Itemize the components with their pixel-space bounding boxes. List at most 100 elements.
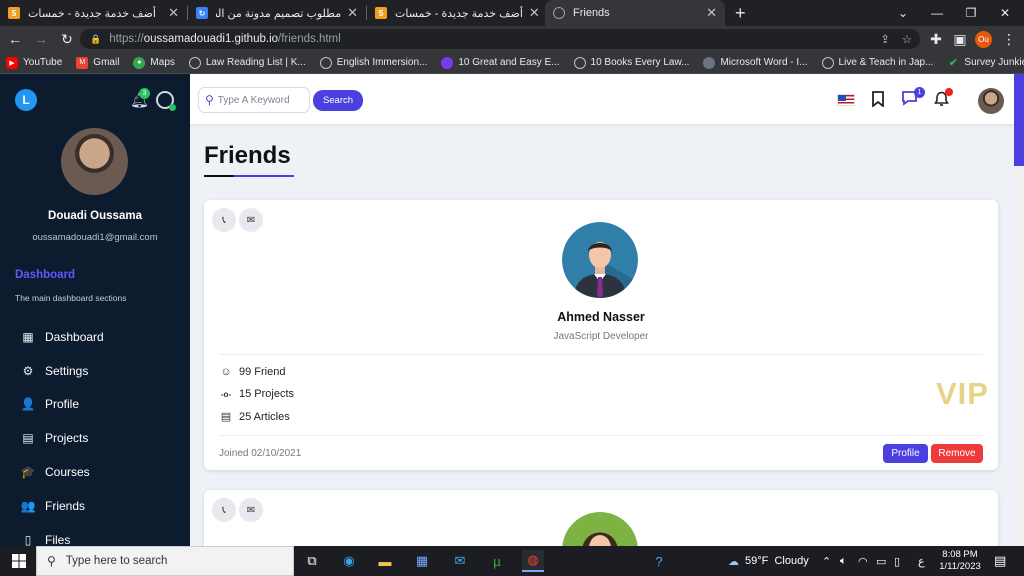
edge-icon[interactable]: ◉ <box>338 550 360 572</box>
user-status-icon[interactable] <box>156 91 176 111</box>
bookmark-icon[interactable] <box>871 91 885 110</box>
bookmark-gmail[interactable]: M Gmail <box>76 56 119 69</box>
close-icon[interactable]: ✕ <box>700 5 717 21</box>
utorrent-icon[interactable]: µ <box>486 550 508 572</box>
mail-icon[interactable]: ✉ <box>239 498 263 522</box>
friend-card: 📞︎ ✉ Ahmed Nasser JavaScript Developer ☺… <box>204 200 998 470</box>
friend-name: Ahmed Nasser <box>557 310 645 324</box>
weather-widget[interactable]: ☁ 59°F Cloudy <box>728 546 809 576</box>
chrome-icon[interactable]: ◍ <box>522 550 544 572</box>
taskbar-search-placeholder: Type here to search <box>65 555 168 567</box>
user-name: Douadi Oussama <box>48 210 142 222</box>
share-icon[interactable]: ⇪ <box>880 32 890 46</box>
user-avatar <box>61 128 128 195</box>
phone-icon[interactable]: 📞︎ <box>212 498 236 522</box>
bookmark-item[interactable]: 10 Books Every Law... <box>573 56 689 69</box>
restore-icon[interactable]: ❐ <box>954 0 988 26</box>
tab-search-icon[interactable]: ⌄ <box>886 0 920 26</box>
url-field[interactable]: 🔒 https:// oussamadouadi1.github.io /fri… <box>80 29 920 49</box>
sidebar-item-profile[interactable]: 👤 Profile <box>20 388 104 422</box>
sidebar-item-friends[interactable]: 👥 Friends <box>20 489 104 523</box>
bookmark-item[interactable]: ✔ Survey Junkie <box>947 57 1024 69</box>
chevron-up-icon: ⌃ <box>822 555 832 568</box>
bookmark-item[interactable]: Microsoft Word - I... <box>703 56 808 69</box>
lock-icon: 🔒 <box>90 33 102 44</box>
browser-tab-active[interactable]: Friends ✕ <box>545 0 725 26</box>
stat-projects: -o- 15 Projects <box>219 388 294 400</box>
bookmark-item[interactable]: Law Reading List | K... <box>188 56 306 69</box>
search-button[interactable]: Search <box>313 90 363 111</box>
search-input[interactable] <box>217 94 298 106</box>
online-dot <box>169 104 176 111</box>
tray-icons[interactable]: ⌃ <box>822 546 831 576</box>
bookmark-label: English Immersion... <box>336 57 428 68</box>
sidebar-item-dashboard[interactable]: ▦ Dashboard <box>20 320 103 354</box>
courses-icon: 🎓 <box>20 465 36 480</box>
header-avatar[interactable] <box>978 88 1004 114</box>
sidebar-item-files[interactable]: ▯ Files <box>20 523 104 546</box>
file-explorer-icon[interactable]: ▬ <box>374 550 396 572</box>
network-icon[interactable]: ▭ <box>876 546 886 576</box>
sidebar-item-settings[interactable]: ⚙ Settings <box>20 354 104 388</box>
bookmark-item[interactable]: English Immersion... <box>319 56 428 69</box>
sidebar-item-label: Courses <box>45 465 90 480</box>
close-icon[interactable]: ✕ <box>341 5 358 21</box>
sidebar-item-label: Profile <box>45 397 80 412</box>
back-icon[interactable]: ← <box>2 26 28 52</box>
store-icon[interactable]: ▦ <box>411 550 433 572</box>
site-icon <box>703 56 716 69</box>
site-icon <box>441 56 454 69</box>
sidebar: L 🔔︎ 3 Douadi Oussama oussamadouadi1@gma… <box>0 74 190 546</box>
help-icon[interactable]: ? <box>648 550 670 572</box>
us-flag-icon[interactable] <box>837 94 855 106</box>
close-window-icon[interactable]: ✕ <box>988 0 1022 26</box>
menu-icon[interactable]: ⋮ <box>996 26 1022 52</box>
browser-tab[interactable]: ↻ مطلوب تصميم مدونة من الصفر | ✕ <box>188 0 366 26</box>
remove-button[interactable]: Remove <box>931 444 983 463</box>
bookmark-label: Live & Teach in Jap... <box>838 57 934 68</box>
mail-app-icon[interactable]: ✉ <box>449 550 471 572</box>
volume-icon[interactable]: 🔈︎ <box>840 546 847 576</box>
globe-icon <box>573 56 586 69</box>
browser-tab[interactable]: 5 أضف خدمة جديدة - خمسات ✕ <box>367 0 545 26</box>
minimize-icon[interactable]: — <box>920 0 954 26</box>
forward-icon[interactable]: → <box>28 26 54 52</box>
side-panel-icon[interactable]: ▣ <box>947 26 973 52</box>
extensions-icon[interactable]: ✚ <box>923 26 949 52</box>
wifi-icon[interactable]: ◠ <box>858 546 868 576</box>
bookmark-item[interactable]: Live & Teach in Jap... <box>821 56 934 69</box>
task-view-icon[interactable]: ⧉ <box>301 550 323 572</box>
app-logo[interactable]: L <box>15 89 37 111</box>
notification-center-icon[interactable]: ▤ <box>994 546 1006 576</box>
bookmark-label: 10 Great and Easy E... <box>458 57 560 68</box>
bookmark-label: YouTube <box>23 57 63 68</box>
profile-avatar[interactable]: Ou <box>975 31 992 48</box>
profile-button[interactable]: Profile <box>883 444 928 463</box>
maps-icon: ● <box>133 56 146 69</box>
mail-icon[interactable]: ✉ <box>239 208 263 232</box>
youtube-icon: ▶ <box>6 56 18 69</box>
phone-icon[interactable]: 📞︎ <box>212 208 236 232</box>
bookmark-youtube[interactable]: ▶ YouTube <box>6 56 63 69</box>
new-tab-button[interactable]: + <box>725 0 756 26</box>
sidebar-item-courses[interactable]: 🎓 Courses <box>20 455 104 489</box>
page-scrollbar-thumb[interactable] <box>1014 74 1024 166</box>
tab-title: Friends <box>573 7 610 19</box>
bookmark-star-icon[interactable]: ☆ <box>902 32 912 46</box>
taskbar-search[interactable]: ⚲ Type here to search <box>36 546 294 576</box>
close-icon[interactable]: ✕ <box>162 5 179 21</box>
bookmark-item[interactable]: 10 Great and Easy E... <box>441 56 560 69</box>
friends-icon: 👥 <box>20 498 36 513</box>
battery-icon[interactable]: ▯ <box>894 546 900 576</box>
sidebar-item-projects[interactable]: ▤ Projects <box>20 421 104 455</box>
messages-count-badge: 1 <box>914 87 925 98</box>
bookmark-maps[interactable]: ● Maps <box>133 56 175 69</box>
reload-icon[interactable]: ↻ <box>54 26 80 52</box>
language-indicator[interactable]: ع <box>918 546 925 576</box>
close-icon[interactable]: ✕ <box>523 5 540 21</box>
windows-start-icon[interactable] <box>8 550 30 572</box>
bookmark-label: Survey Junkie <box>964 57 1024 68</box>
browser-tab[interactable]: 5 أضف خدمة جديدة - خمسات ✕ <box>0 0 187 26</box>
clock[interactable]: 8:08 PM 1/11/2023 <box>936 549 984 573</box>
sidebar-item-label: Projects <box>45 431 89 446</box>
